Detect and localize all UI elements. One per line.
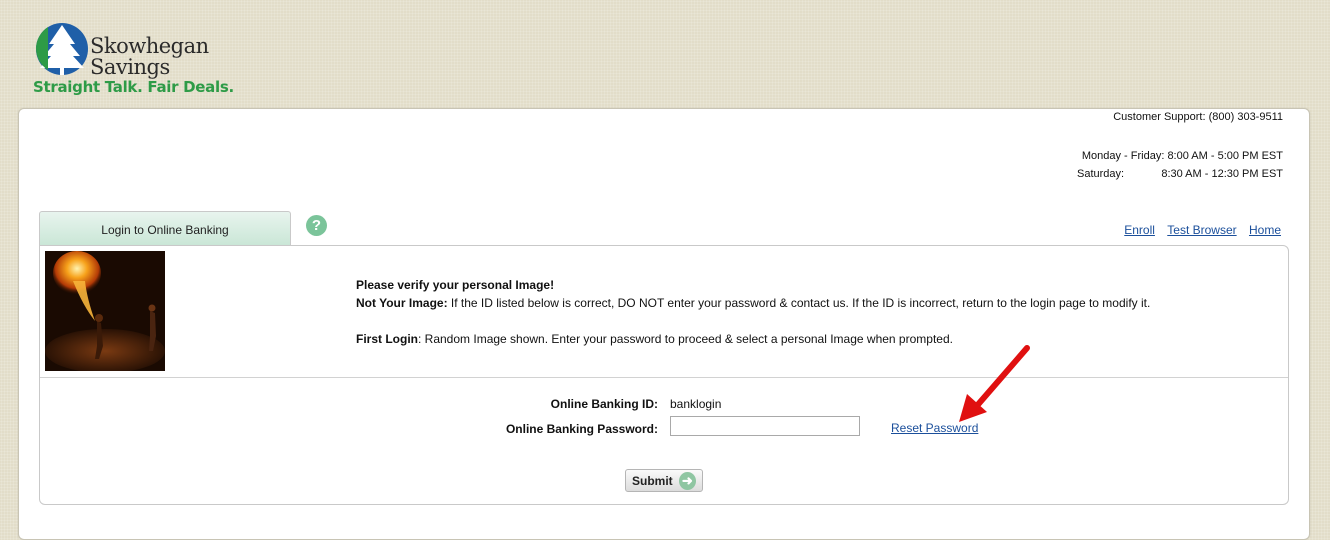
- weekday-hours-row: Monday - Friday: 8:00 AM - 5:00 PM EST: [1077, 147, 1283, 165]
- help-icon[interactable]: ?: [306, 215, 327, 236]
- bank-name-line1: Skowhegan: [90, 34, 209, 58]
- online-banking-password-label: Online Banking Password:: [505, 422, 658, 436]
- submit-button[interactable]: Submit ➜: [625, 469, 703, 492]
- annotation-arrow-icon: [959, 345, 1030, 422]
- enroll-link[interactable]: Enroll: [1124, 223, 1155, 237]
- first-login-label: First Login: [356, 332, 418, 346]
- saturday-label: Saturday:: [1077, 168, 1125, 180]
- arrow-right-icon: ➜: [678, 471, 696, 490]
- tab-login-online-banking[interactable]: Login to Online Banking: [39, 211, 291, 246]
- online-banking-id-value: banklogin: [670, 397, 722, 411]
- personal-security-image: [45, 251, 165, 371]
- bank-logo: Skowhegan Savings Straight Talk. Fair De…: [32, 20, 234, 100]
- main-panel: Customer Support: (800) 303-9511 Monday …: [18, 108, 1310, 540]
- support-hours: Monday - Friday: 8:00 AM - 5:00 PM EST S…: [1077, 147, 1283, 183]
- saturday-hours: 8:30 AM - 12:30 PM EST: [1161, 168, 1283, 180]
- home-link[interactable]: Home: [1249, 223, 1281, 237]
- submit-label: Submit: [632, 473, 673, 488]
- fire-breather-image-icon: [45, 251, 165, 371]
- divider: [40, 377, 1288, 378]
- weekday-hours: 8:00 AM - 5:00 PM EST: [1167, 150, 1283, 162]
- bank-name-line2: Savings: [90, 55, 170, 79]
- tree-logo-icon: [35, 23, 88, 75]
- top-links: Enroll Test Browser Home: [1115, 223, 1281, 237]
- not-your-image-label: Not Your Image:: [356, 296, 448, 310]
- login-box: Please verify your personal Image! Not Y…: [39, 245, 1289, 505]
- saturday-hours-row: Saturday: 8:30 AM - 12:30 PM EST: [1077, 165, 1283, 183]
- verify-image-message: Please verify your personal Image! Not Y…: [356, 276, 1150, 348]
- test-browser-link[interactable]: Test Browser: [1167, 223, 1236, 237]
- customer-support-phone: Customer Support: (800) 303-9511: [1113, 111, 1283, 123]
- online-banking-id-label: Online Banking ID:: [550, 397, 658, 411]
- bank-tagline: Straight Talk. Fair Deals.: [33, 78, 234, 96]
- bank-name: Skowhegan Savings: [90, 36, 209, 78]
- weekday-label: Monday - Friday:: [1081, 150, 1165, 162]
- verify-heading: Please verify your personal Image!: [356, 278, 555, 292]
- not-your-image-text: If the ID listed below is correct, DO NO…: [447, 296, 1151, 310]
- password-input[interactable]: [670, 416, 860, 436]
- first-login-text: : Random Image shown. Enter your passwor…: [418, 332, 953, 346]
